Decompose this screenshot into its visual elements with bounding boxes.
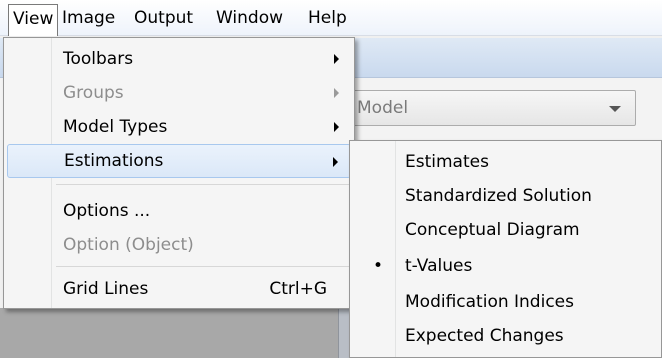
submenu-arrow-icon xyxy=(333,157,338,167)
submenu-arrow-icon xyxy=(334,122,339,132)
menu-item-toolbars[interactable]: Toolbars xyxy=(7,42,351,76)
submenu-item-label: Standardized Solution xyxy=(405,186,592,206)
menu-item-label: Toolbars xyxy=(63,49,134,69)
submenu-item-t-values[interactable]: • t-Values xyxy=(353,249,659,283)
dropdown-arrow-icon[interactable] xyxy=(609,106,621,112)
menu-bar: View Image Output Window Help xyxy=(0,0,662,36)
menu-item-option-object[interactable]: Option (Object) xyxy=(7,228,351,262)
menu-separator xyxy=(56,184,352,185)
menu-view[interactable]: View xyxy=(8,4,59,36)
submenu-item-label: Modification Indices xyxy=(405,292,574,312)
submenu-item-estimates[interactable]: Estimates xyxy=(353,145,659,179)
menu-item-estimations[interactable]: Estimations xyxy=(7,144,351,178)
menu-separator xyxy=(56,266,352,267)
menu-output[interactable]: Output xyxy=(130,4,197,34)
submenu-item-label: t-Values xyxy=(405,256,473,276)
menu-item-label: Model Types xyxy=(63,117,168,137)
menu-item-model-types[interactable]: Model Types xyxy=(7,110,351,144)
menu-item-label: Estimations xyxy=(64,151,164,171)
menu-item-label: Options ... xyxy=(63,201,151,221)
combobox-value: Model xyxy=(357,98,409,118)
submenu-item-modification-indices[interactable]: Modification Indices xyxy=(353,285,659,319)
menu-item-options[interactable]: Options ... xyxy=(7,194,351,228)
menu-image[interactable]: Image xyxy=(58,4,119,34)
menu-item-label: Groups xyxy=(63,83,124,103)
submenu-item-label: Conceptual Diagram xyxy=(405,220,580,240)
menu-window[interactable]: Window xyxy=(212,4,287,34)
menu-item-label: Option (Object) xyxy=(63,235,194,255)
menu-item-shortcut: Ctrl+G xyxy=(269,279,327,299)
selected-bullet-icon: • xyxy=(372,256,384,276)
submenu-item-expected-changes[interactable]: Expected Changes xyxy=(353,319,659,353)
menu-help[interactable]: Help xyxy=(304,4,351,34)
background-canvas xyxy=(0,308,346,358)
submenu-arrow-icon xyxy=(334,88,339,98)
menu-item-groups[interactable]: Groups xyxy=(7,76,351,110)
model-type-combobox[interactable]: Model xyxy=(330,90,636,126)
submenu-item-standardized-solution[interactable]: Standardized Solution xyxy=(353,179,659,213)
menu-item-label: Grid Lines xyxy=(63,279,149,299)
submenu-arrow-icon xyxy=(334,54,339,64)
submenu-item-label: Expected Changes xyxy=(405,326,564,346)
estimations-submenu: Estimates Standardized Solution Conceptu… xyxy=(349,140,662,358)
menu-item-grid-lines[interactable]: Grid Lines Ctrl+G xyxy=(7,272,351,306)
submenu-item-label: Estimates xyxy=(405,152,489,172)
submenu-item-conceptual-diagram[interactable]: Conceptual Diagram xyxy=(353,213,659,247)
view-menu: Toolbars Groups Model Types Estimations … xyxy=(3,37,355,309)
